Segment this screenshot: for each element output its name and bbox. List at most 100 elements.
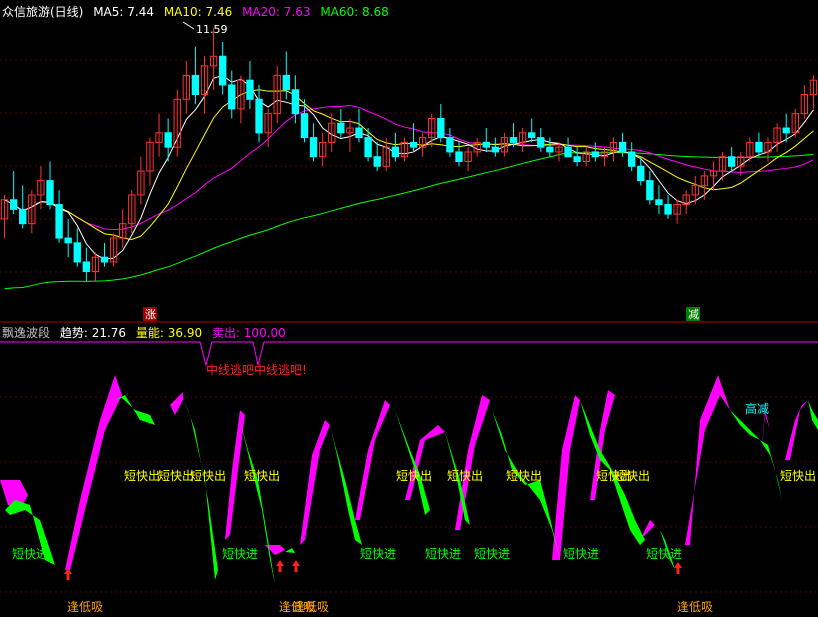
feng-di-xi-label: 逢低吸 <box>677 600 713 614</box>
duan-kuai-chu-label: 短快出 <box>158 469 194 483</box>
high-marker-label: 11.59 <box>196 23 228 36</box>
candle-down[interactable] <box>300 113 309 139</box>
candle-down[interactable] <box>509 137 518 143</box>
sell-legend: 卖出: 100.00 <box>211 326 286 340</box>
duan-kuai-chu-label: 短快出 <box>124 469 160 483</box>
buy-arrow-icon <box>292 560 300 572</box>
ma10-path <box>4 89 814 240</box>
rise-band <box>785 400 808 460</box>
candle-down[interactable] <box>546 146 554 153</box>
candle-down[interactable] <box>627 151 636 167</box>
ma20-legend: MA20: 7.63 <box>242 5 311 19</box>
stock-chart[interactable]: 11.59 涨 减 中线逃吧中线逃吧! 高减 短快出 短快出 短快出 短快出 短… <box>0 0 818 617</box>
candle-down[interactable] <box>446 137 454 153</box>
duan-kuai-jin-label: 短快进 <box>222 547 258 561</box>
candle-down[interactable] <box>782 127 790 134</box>
candle-down[interactable] <box>364 137 372 158</box>
sell-line <box>0 341 818 367</box>
ma10-line <box>4 89 814 240</box>
candle-down[interactable] <box>655 199 663 206</box>
ma20-path <box>4 105 814 231</box>
rise-band <box>590 390 615 500</box>
stock-title: 众信旅游(日线) <box>2 5 84 19</box>
ma10-legend: MA10: 7.46 <box>163 5 233 19</box>
candle-down[interactable] <box>537 137 545 148</box>
candle-down[interactable] <box>218 55 227 86</box>
high-marker-line <box>182 21 195 30</box>
buy-arrow-icon <box>674 562 682 574</box>
candle-down[interactable] <box>291 89 300 115</box>
candle-down[interactable] <box>755 141 763 153</box>
candle-down[interactable] <box>618 141 627 153</box>
candle-down[interactable] <box>573 156 581 162</box>
rise-band <box>760 410 770 470</box>
candle-down[interactable] <box>409 141 418 148</box>
candle-down[interactable] <box>228 84 236 110</box>
candle-down[interactable] <box>482 141 490 148</box>
candle-down[interactable] <box>727 156 736 167</box>
candle-down[interactable] <box>646 180 654 201</box>
candlesticks[interactable] <box>0 28 818 282</box>
candle-down[interactable] <box>437 117 445 139</box>
candle-down[interactable] <box>19 208 27 225</box>
rise-band <box>65 375 122 570</box>
duan-kuai-jin-label: 短快进 <box>563 547 599 561</box>
candle-down[interactable] <box>9 199 18 210</box>
candle-down[interactable] <box>64 237 72 244</box>
gao-jian-label: 高减 <box>745 401 769 416</box>
trend-legend: 趋势: 21.76 <box>59 326 127 340</box>
candle-down[interactable] <box>564 146 572 158</box>
candle-down[interactable] <box>282 74 290 91</box>
rise-band <box>685 375 730 545</box>
top-panel-header: 众信旅游(日线) MA5: 7.44 MA10: 7.46 MA20: 7.63… <box>2 3 395 20</box>
fall-band <box>115 395 155 425</box>
candle-down[interactable] <box>391 146 400 158</box>
rise-band <box>225 410 245 540</box>
duan-kuai-jin-label: 短快进 <box>474 547 510 561</box>
zhang-label: 涨 <box>145 308 156 321</box>
rise-band <box>355 400 390 520</box>
candle-down[interactable] <box>191 74 200 96</box>
energy-legend: 量能: 36.90 <box>135 326 203 340</box>
candle-down[interactable] <box>637 165 645 182</box>
fall-band <box>492 410 560 560</box>
sell-path <box>0 341 818 367</box>
feng-di-xi-label: 逢低吸 <box>293 600 329 614</box>
feng-di-xi-label: 逢低吸 <box>67 600 103 614</box>
candle-down[interactable] <box>255 98 263 134</box>
candle-down[interactable] <box>491 146 500 153</box>
candle-down[interactable] <box>337 122 345 134</box>
candle-down[interactable] <box>46 180 54 206</box>
ma60-legend: MA60: 8.68 <box>320 5 389 19</box>
rise-band <box>552 395 580 560</box>
candle-down[interactable] <box>164 132 172 148</box>
duan-kuai-jin-label: 短快进 <box>12 547 48 561</box>
jian-label: 减 <box>688 308 699 321</box>
duan-kuai-chu-label: 短快出 <box>614 469 650 483</box>
ma5-legend: MA5: 7.44 <box>93 5 154 19</box>
duan-kuai-chu-label: 短快出 <box>780 469 816 483</box>
candle-down[interactable] <box>355 127 363 139</box>
ma20-line <box>4 105 814 231</box>
rise-band <box>300 420 330 545</box>
candle-down[interactable] <box>100 256 109 263</box>
ma60-line <box>4 152 814 290</box>
candle-down[interactable] <box>309 137 318 158</box>
candle-down[interactable] <box>55 204 63 239</box>
duan-kuai-chu-label: 短快出 <box>447 469 483 483</box>
candle-down[interactable] <box>246 79 254 100</box>
candle-down[interactable] <box>373 156 381 167</box>
fall-band <box>808 400 818 430</box>
candle-down[interactable] <box>73 242 81 263</box>
duan-kuai-chu-label: 短快出 <box>190 469 226 483</box>
duan-kuai-jin-label: 短快进 <box>646 547 682 561</box>
rise-band <box>170 392 183 415</box>
duan-kuai-jin-label: 短快进 <box>360 547 396 561</box>
candle-down[interactable] <box>82 261 91 273</box>
candle-down[interactable] <box>528 132 536 139</box>
candle-down[interactable] <box>591 151 600 158</box>
candle-down[interactable] <box>455 151 463 163</box>
candle-down[interactable] <box>664 204 672 215</box>
buy-arrow-icon <box>276 560 284 572</box>
duan-kuai-chu-label: 短快出 <box>244 469 280 483</box>
